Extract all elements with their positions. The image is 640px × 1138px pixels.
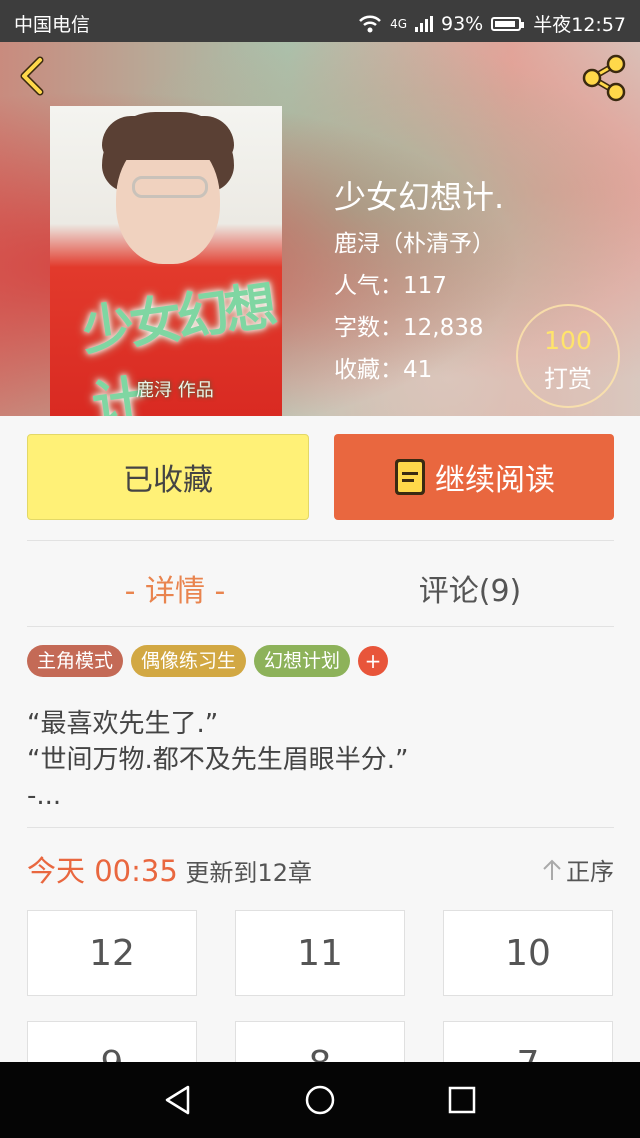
status-bar: 中国电信 4G 93% 半夜12:57 — [0, 0, 640, 42]
popularity-stat: 人气：117 — [334, 273, 447, 299]
chevron-left-icon — [20, 56, 44, 96]
nav-back-icon[interactable] — [162, 1084, 194, 1116]
book-author[interactable]: 鹿浔（朴清予） — [334, 224, 495, 258]
battery-icon — [491, 16, 525, 31]
book-icon — [395, 459, 425, 495]
nav-recents-icon[interactable] — [446, 1084, 478, 1116]
collected-button[interactable]: 已收藏 — [27, 434, 309, 520]
arrow-up-icon — [543, 859, 561, 880]
tag-list: 主角模式 偶像练习生 幻想计划 + — [27, 645, 389, 677]
chapter-button[interactable]: 11 — [235, 910, 405, 996]
synopsis-line: -... — [27, 781, 62, 811]
collected-label: 已收藏 — [123, 463, 213, 498]
tab-comments[interactable]: 评论(9) — [380, 566, 560, 610]
back-button[interactable] — [12, 54, 56, 98]
update-info: 今天 00:35 更新到12章 正序 — [27, 848, 614, 888]
tag-fantasy-plan[interactable]: 幻想计划 — [254, 645, 351, 677]
system-nav-bar — [0, 1062, 640, 1138]
cover-author-art: 鹿浔 作品 — [136, 380, 214, 401]
tab-details[interactable]: - 详情 - — [90, 566, 260, 610]
chapter-button[interactable]: 12 — [27, 910, 197, 996]
clock: 半夜12:57 — [533, 14, 626, 36]
nav-home-icon[interactable] — [304, 1084, 336, 1116]
sort-order-button[interactable]: 正序 — [542, 852, 614, 887]
divider — [27, 626, 614, 627]
synopsis[interactable]: “最喜欢先生了.” “世间万物.都不及先生眉眼半分.” -... — [27, 706, 617, 814]
update-chapter-text: 更新到12章 — [177, 859, 312, 887]
word-count-stat: 字数：12,838 — [334, 315, 484, 341]
book-title: 少女幻想计. — [334, 178, 505, 216]
reward-label: 打赏 — [544, 365, 592, 393]
share-icon — [582, 54, 626, 102]
book-cover[interactable]: 少女幻想计 鹿浔 作品 — [50, 106, 282, 416]
wifi-icon — [359, 15, 381, 32]
add-tag-button[interactable]: + — [358, 646, 389, 676]
signal-icon — [415, 15, 433, 32]
divider — [27, 827, 614, 828]
synopsis-line: “最喜欢先生了.” — [27, 709, 219, 739]
continue-reading-label: 继续阅读 — [435, 463, 555, 498]
favorites-stat: 收藏：41 — [334, 357, 433, 383]
book-header: 少女幻想计 鹿浔 作品 少女幻想计. 鹿浔（朴清予） 人气：117 字数：12,… — [0, 42, 640, 416]
synopsis-line: “世间万物.都不及先生眉眼半分.” — [27, 745, 409, 775]
reward-button[interactable]: 100 打赏 — [516, 304, 620, 408]
chapter-button[interactable]: 10 — [443, 910, 613, 996]
divider — [27, 540, 614, 541]
sort-order-label: 正序 — [566, 858, 614, 886]
carrier-label: 中国电信 — [14, 14, 91, 36]
network-type: 4G — [390, 16, 407, 31]
continue-reading-button[interactable]: 继续阅读 — [334, 434, 614, 520]
share-button[interactable] — [578, 52, 630, 104]
tag-protagonist-mode[interactable]: 主角模式 — [27, 645, 124, 677]
battery-percent: 93% — [441, 12, 484, 35]
update-time: 今天 00:35 — [27, 854, 178, 888]
reward-amount: 100 — [544, 326, 592, 355]
tag-idol-trainee[interactable]: 偶像练习生 — [131, 645, 247, 677]
